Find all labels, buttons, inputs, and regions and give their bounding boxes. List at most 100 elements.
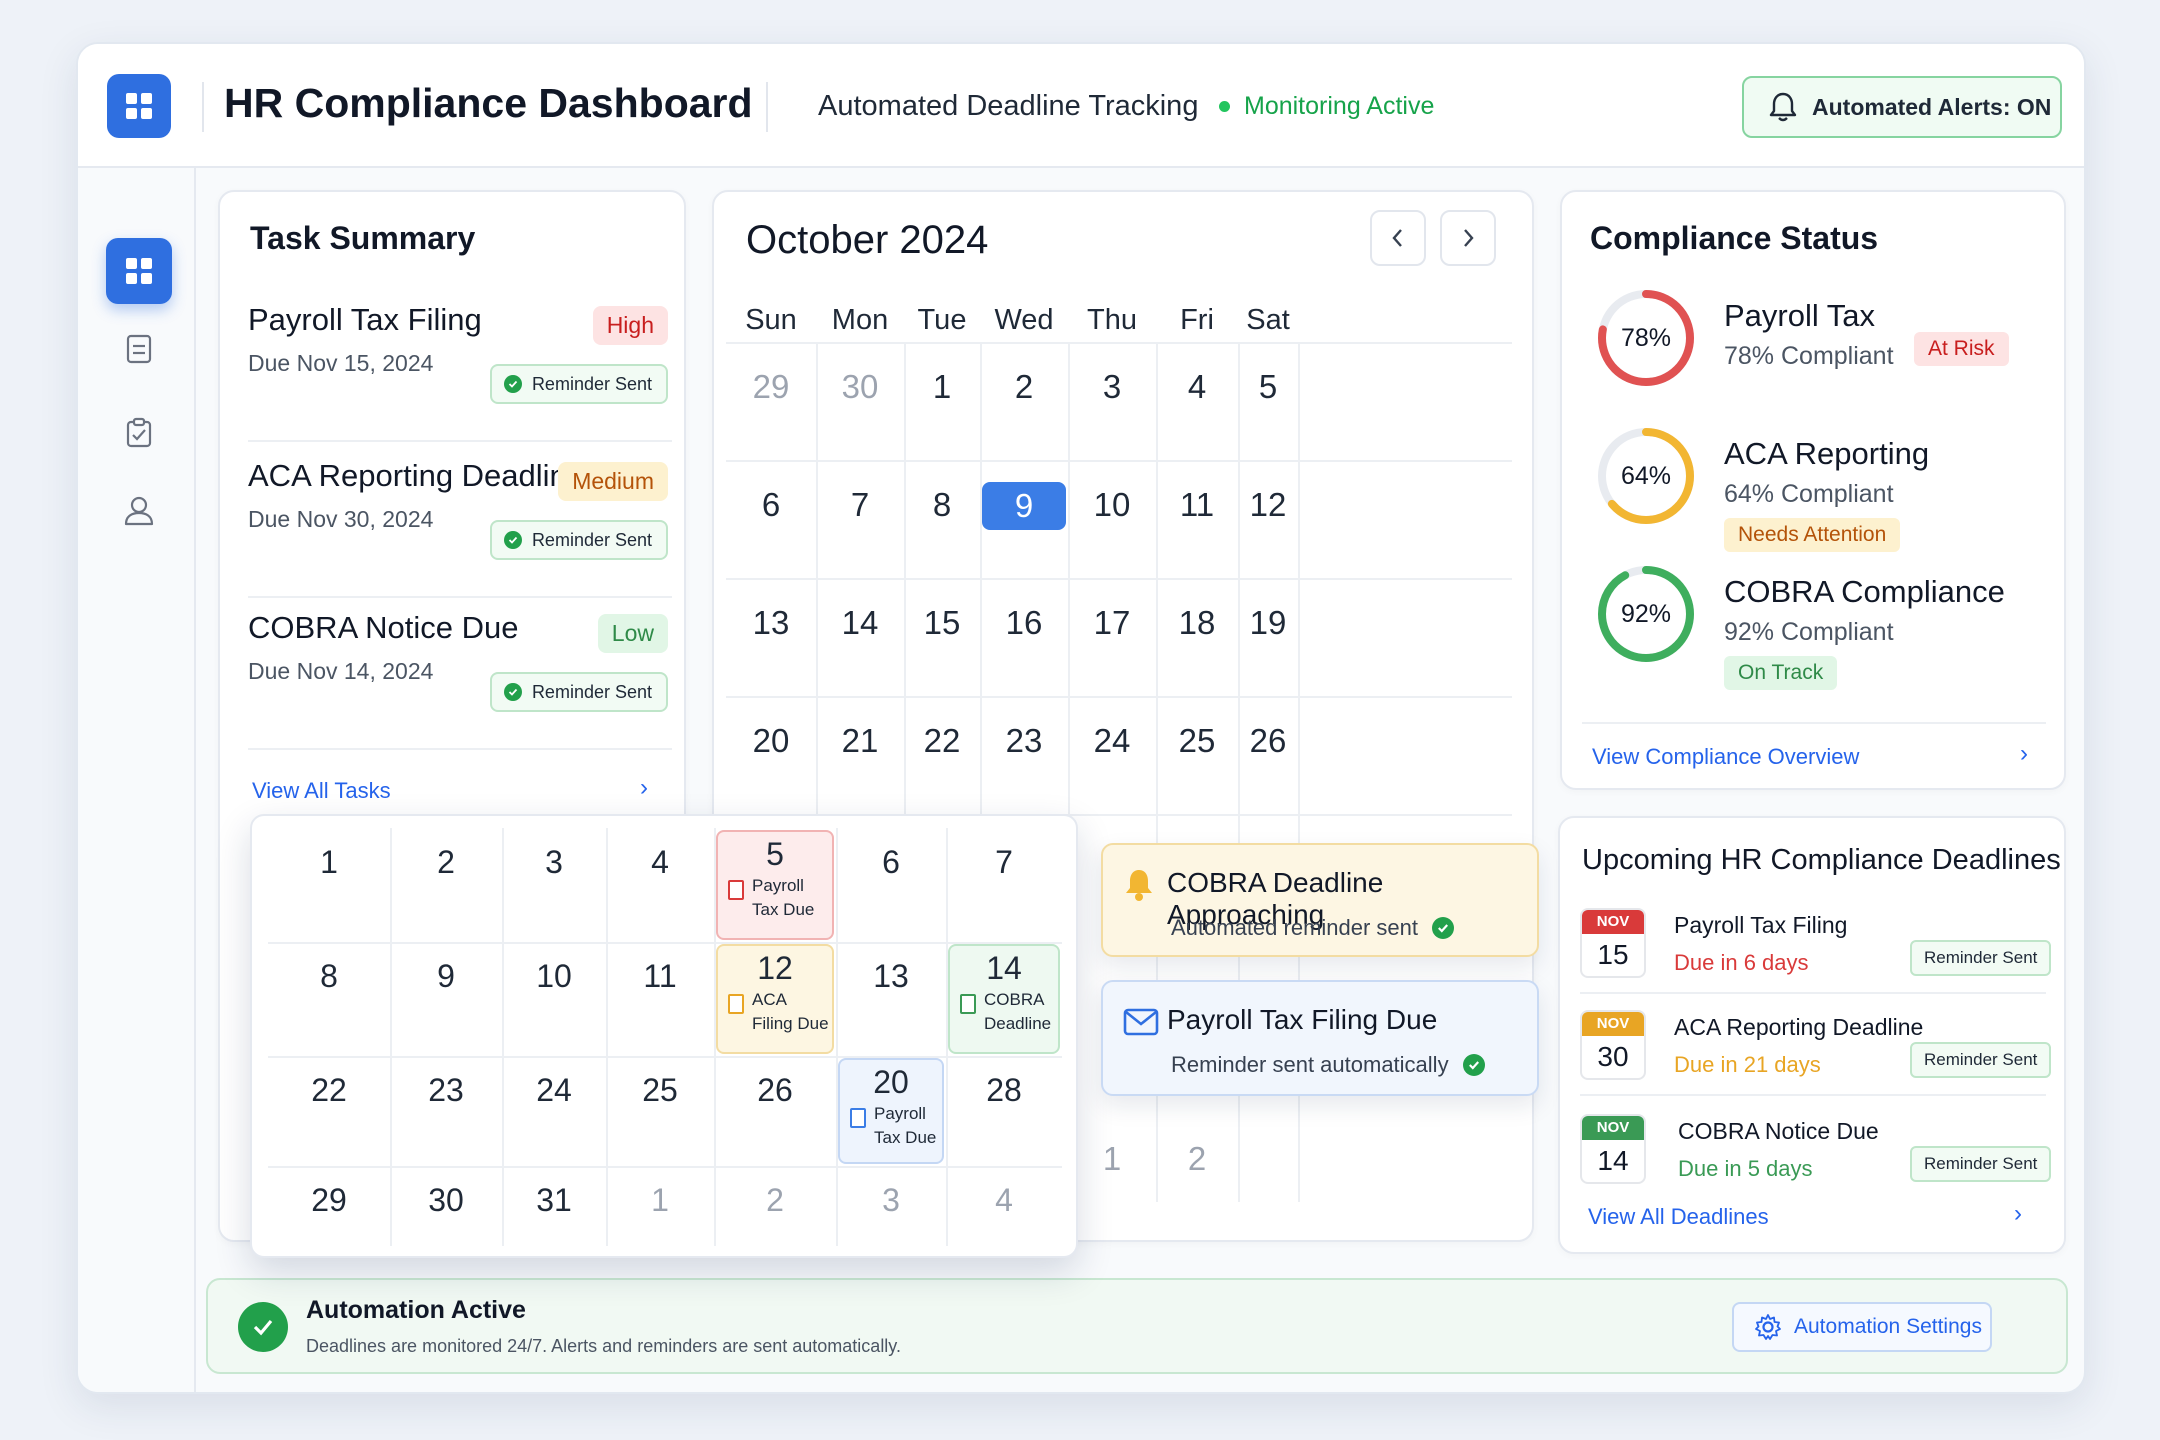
calendar-day[interactable]: 11 (1157, 486, 1237, 524)
mini-calendar-day[interactable]: 14 (964, 950, 1044, 987)
mini-calendar-day[interactable]: 10 (514, 958, 594, 995)
calendar-day[interactable]: 14 (820, 604, 900, 642)
app-window: HR Compliance Dashboard Automated Deadli… (76, 42, 2086, 1394)
mini-calendar-day[interactable]: 13 (851, 958, 931, 995)
mini-calendar-day[interactable]: 3 (851, 1182, 931, 1219)
calendar-day[interactable]: 1 (1072, 1140, 1152, 1178)
task-item[interactable]: Payroll Tax Filing Due Nov 15, 2024 High… (248, 302, 672, 442)
calendar-day[interactable]: 8 (902, 486, 982, 524)
mini-calendar-day[interactable]: 24 (514, 1072, 594, 1109)
sidebar-item-people[interactable] (106, 478, 172, 544)
view-compliance-overview-link[interactable]: View Compliance Overview (1592, 744, 1859, 770)
mini-calendar-day[interactable]: 8 (289, 958, 369, 995)
date-badge-day: 30 (1597, 1041, 1629, 1072)
mini-calendar-day[interactable]: 4 (620, 844, 700, 881)
mini-calendar-day[interactable]: 4 (964, 1182, 1044, 1219)
calendar-day[interactable]: 10 (1072, 486, 1152, 524)
chevron-right-icon[interactable]: › (2014, 1200, 2022, 1228)
calendar-day[interactable]: 15 (902, 604, 982, 642)
calendar-day[interactable]: 2 (1157, 1140, 1237, 1178)
compliance-percent-text: 78% Compliant (1724, 342, 1894, 370)
prev-month-button[interactable] (1370, 210, 1426, 266)
next-month-button[interactable] (1440, 210, 1496, 266)
automated-alerts-label: Automated Alerts: ON (1812, 93, 2052, 120)
priority-badge: Medium (558, 462, 668, 501)
mini-calendar-day[interactable]: 2 (735, 1182, 815, 1219)
calendar-day[interactable]: 23 (984, 722, 1064, 760)
grid-line (606, 828, 608, 1246)
mini-calendar-day[interactable]: 22 (289, 1072, 369, 1109)
automation-settings-button[interactable]: Automation Settings (1732, 1302, 1992, 1352)
task-item[interactable]: COBRA Notice Due Due Nov 14, 2024 Low Re… (248, 610, 672, 750)
mini-calendar-day[interactable]: 29 (289, 1182, 369, 1219)
calendar-day-today[interactable]: 9 (982, 482, 1066, 530)
app-logo[interactable] (107, 74, 171, 138)
mini-calendar-day[interactable]: 1 (620, 1182, 700, 1219)
calendar-day[interactable]: 18 (1157, 604, 1237, 642)
status-badge: Needs Attention (1724, 518, 1901, 552)
chevron-right-icon[interactable]: › (640, 774, 648, 802)
mini-calendar-day[interactable]: 7 (964, 844, 1044, 881)
mini-calendar-day[interactable]: 25 (620, 1072, 700, 1109)
view-all-deadlines-link[interactable]: View All Deadlines (1588, 1204, 1769, 1230)
document-icon (728, 994, 744, 1014)
calendar-day[interactable]: 24 (1072, 722, 1152, 760)
compliance-percent-text: 92% Compliant (1724, 618, 1894, 646)
mini-calendar-day[interactable]: 20 (851, 1064, 931, 1101)
check-circle-icon (238, 1302, 288, 1352)
calendar-day[interactable]: 3 (1072, 368, 1152, 406)
date-badge: NOV 14 (1580, 1114, 1646, 1184)
cobra-deadline-notification[interactable]: COBRA Deadline Approaching Automated rem… (1101, 843, 1539, 957)
chevron-right-icon[interactable]: › (2020, 740, 2028, 768)
view-all-tasks-link[interactable]: View All Tasks (252, 778, 391, 804)
mini-calendar-day[interactable]: 9 (406, 958, 486, 995)
sidebar-item-tasks[interactable] (106, 400, 172, 466)
calendar-day[interactable]: 6 (731, 486, 811, 524)
check-circle-icon (503, 683, 522, 701)
mini-calendar-day[interactable]: 6 (851, 844, 931, 881)
divider (1580, 1094, 2046, 1096)
mini-calendar-day[interactable]: 23 (406, 1072, 486, 1109)
calendar-day[interactable]: 5 (1228, 368, 1308, 406)
calendar-day[interactable]: 2 (984, 368, 1064, 406)
automated-alerts-button[interactable]: Automated Alerts: ON (1742, 76, 2062, 138)
calendar-day[interactable]: 30 (820, 368, 900, 406)
calendar-day[interactable]: 22 (902, 722, 982, 760)
automation-status-bar: Automation Active Deadlines are monitore… (206, 1278, 2068, 1374)
task-item[interactable]: ACA Reporting Deadline Due Nov 30, 2024 … (248, 458, 672, 598)
calendar-day[interactable]: 25 (1157, 722, 1237, 760)
mini-calendar-day[interactable]: 2 (406, 844, 486, 881)
mini-calendar-day[interactable]: 3 (514, 844, 594, 881)
calendar-day[interactable]: 20 (731, 722, 811, 760)
grid-line (726, 696, 1512, 698)
page-title: HR Compliance Dashboard (224, 80, 753, 126)
payroll-tax-notification[interactable]: Payroll Tax Filing Due Reminder sent aut… (1101, 980, 1539, 1096)
calendar-day[interactable]: 7 (820, 486, 900, 524)
calendar-day[interactable]: 1 (902, 368, 982, 406)
mini-calendar-day[interactable]: 1 (289, 844, 369, 881)
mini-calendar-day[interactable]: 5 (735, 836, 815, 873)
mini-calendar-day[interactable]: 28 (964, 1072, 1044, 1109)
deadline-due: Due in 6 days (1674, 950, 1809, 975)
compliance-name: Payroll Tax (1724, 298, 1876, 333)
calendar-day[interactable]: 21 (820, 722, 900, 760)
mini-calendar-day[interactable]: 12 (735, 950, 815, 987)
check-circle-icon (503, 531, 522, 549)
calendar-day[interactable]: 19 (1228, 604, 1308, 642)
deadline-name: Payroll Tax Filing (1674, 912, 1848, 938)
calendar-day[interactable]: 4 (1157, 368, 1237, 406)
calendar-day[interactable]: 13 (731, 604, 811, 642)
mini-calendar-day[interactable]: 26 (735, 1072, 815, 1109)
mini-calendar-day[interactable]: 30 (406, 1182, 486, 1219)
calendar-day[interactable]: 26 (1228, 722, 1308, 760)
mini-calendar-day[interactable]: 31 (514, 1182, 594, 1219)
calendar-day[interactable]: 12 (1228, 486, 1308, 524)
sidebar-item-documents[interactable] (106, 316, 172, 382)
sidebar-item-dashboard[interactable] (106, 238, 172, 304)
calendar-day[interactable]: 29 (731, 368, 811, 406)
calendar-day[interactable]: 17 (1072, 604, 1152, 642)
calendar-day[interactable]: 16 (984, 604, 1064, 642)
mini-calendar-day[interactable]: 11 (620, 958, 700, 995)
bell-icon (1126, 870, 1152, 901)
chevron-right-icon (1464, 229, 1474, 247)
